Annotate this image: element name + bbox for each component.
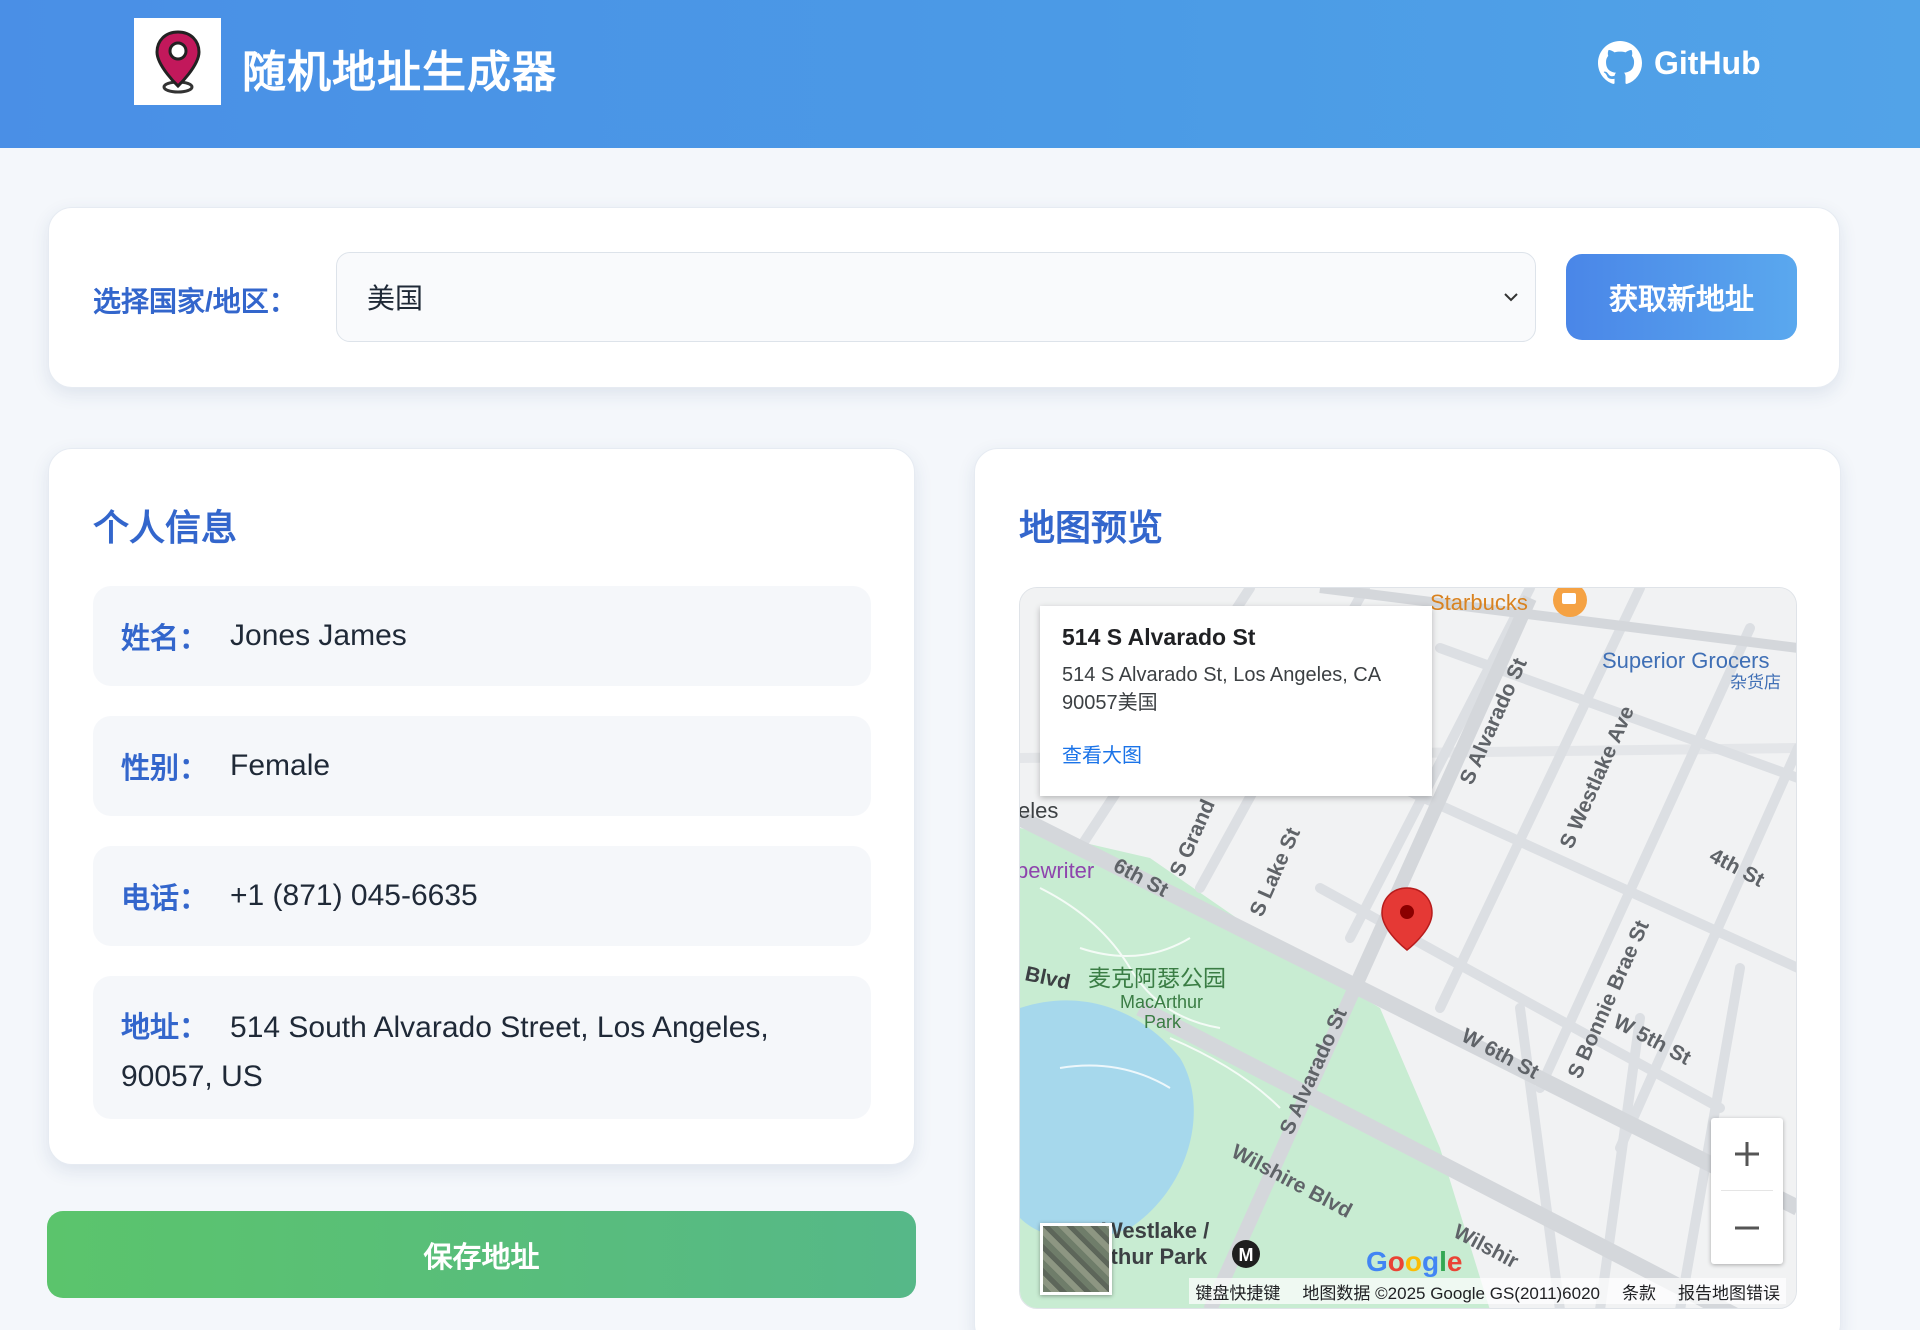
gender-row: 性别： Female: [93, 716, 871, 816]
svg-text:M: M: [1239, 1245, 1254, 1265]
phone-label: 电话：: [121, 883, 209, 915]
map-preview-card: 地图预览 M Starbucks Superior Grocers 杂货店 S …: [974, 448, 1841, 1330]
westlake-station2-label: rthur Park: [1102, 1244, 1208, 1269]
superior-label: Superior Grocers: [1602, 648, 1770, 673]
gender-value: Female: [230, 749, 331, 782]
app-title: 随机地址生成器: [242, 48, 557, 97]
view-larger-map-link[interactable]: 查看大图: [1062, 739, 1410, 768]
google-logo: Google: [1366, 1246, 1463, 1277]
personal-info-title: 个人信息: [93, 507, 238, 548]
zoom-control: [1711, 1118, 1783, 1264]
phone-value: +1 (871) 045-6635: [230, 879, 478, 912]
map-data-text: 地图数据 ©2025 Google GS(2011)6020: [1302, 1283, 1600, 1303]
map-info-popup: 514 S Alvarado St 514 S Alvarado St, Los…: [1040, 606, 1432, 796]
name-label: 姓名：: [121, 623, 209, 655]
superior-sub-label: 杂货店: [1730, 673, 1781, 692]
westlake-station1-label: Westlake /: [1102, 1218, 1209, 1243]
logo[interactable]: [134, 18, 221, 105]
map-attribution: 键盘快捷键 地图数据 ©2025 Google GS(2011)6020 条款 …: [1189, 1278, 1786, 1304]
starbucks-label: Starbucks: [1430, 590, 1528, 615]
typewriter-label: pewriter: [1020, 858, 1094, 883]
zoom-in-button[interactable]: [1711, 1118, 1783, 1190]
country-selector-card: 选择国家/地区： 美国 获取新地址: [48, 207, 1840, 388]
name-row: 姓名： Jones James: [93, 586, 871, 686]
chevron-down-icon: [1504, 293, 1518, 302]
minus-icon: [1735, 1226, 1759, 1230]
terms-link[interactable]: 条款: [1622, 1279, 1656, 1304]
name-value: Jones James: [230, 619, 407, 652]
save-address-button[interactable]: 保存地址: [47, 1211, 916, 1298]
zoom-out-button[interactable]: [1711, 1192, 1783, 1264]
address-row: 地址： 514 South Alvarado Street, Los Angele…: [93, 976, 871, 1119]
park-zh-label: 麦克阿瑟公园: [1088, 966, 1226, 992]
github-icon: [1598, 41, 1642, 84]
plus-icon: [1735, 1142, 1759, 1166]
personal-info-card: 个人信息 姓名： Jones James 性别： Female 电话： +1 (…: [48, 448, 915, 1165]
app-header: 随机地址生成器 GitHub: [0, 0, 1920, 148]
park-en1-label: MacArthur: [1120, 992, 1203, 1012]
keyboard-shortcuts-link[interactable]: 键盘快捷键: [1195, 1279, 1280, 1304]
gender-label: 性别：: [121, 753, 209, 785]
popup-address: 514 S Alvarado St, Los Angeles, CA 90057…: [1062, 664, 1380, 714]
popup-title: 514 S Alvarado St: [1062, 624, 1256, 650]
country-select-value: 美国: [367, 283, 424, 314]
eles-label: eles: [1020, 798, 1058, 823]
address-label: 地址：: [121, 1012, 209, 1044]
address-value: 514 South Alvarado Street, Los Angeles, …: [121, 1011, 769, 1093]
country-select[interactable]: 美国: [336, 252, 1536, 342]
fetch-new-address-button[interactable]: 获取新地址: [1566, 254, 1797, 340]
map-preview-title: 地图预览: [1019, 507, 1164, 548]
zoom-divider: [1721, 1190, 1773, 1191]
location-pin-icon: [154, 29, 201, 93]
phone-row: 电话： +1 (871) 045-6635: [93, 846, 871, 946]
report-error-link[interactable]: 报告地图错误: [1678, 1279, 1780, 1304]
park-en2-label: Park: [1144, 1012, 1182, 1032]
github-label: GitHub: [1654, 44, 1761, 81]
satellite-toggle[interactable]: [1040, 1223, 1112, 1295]
github-link[interactable]: GitHub: [1598, 38, 1761, 88]
country-label: 选择国家/地区：: [93, 286, 297, 317]
map-view[interactable]: M Starbucks Superior Grocers 杂货店 S Alvar…: [1019, 587, 1797, 1309]
